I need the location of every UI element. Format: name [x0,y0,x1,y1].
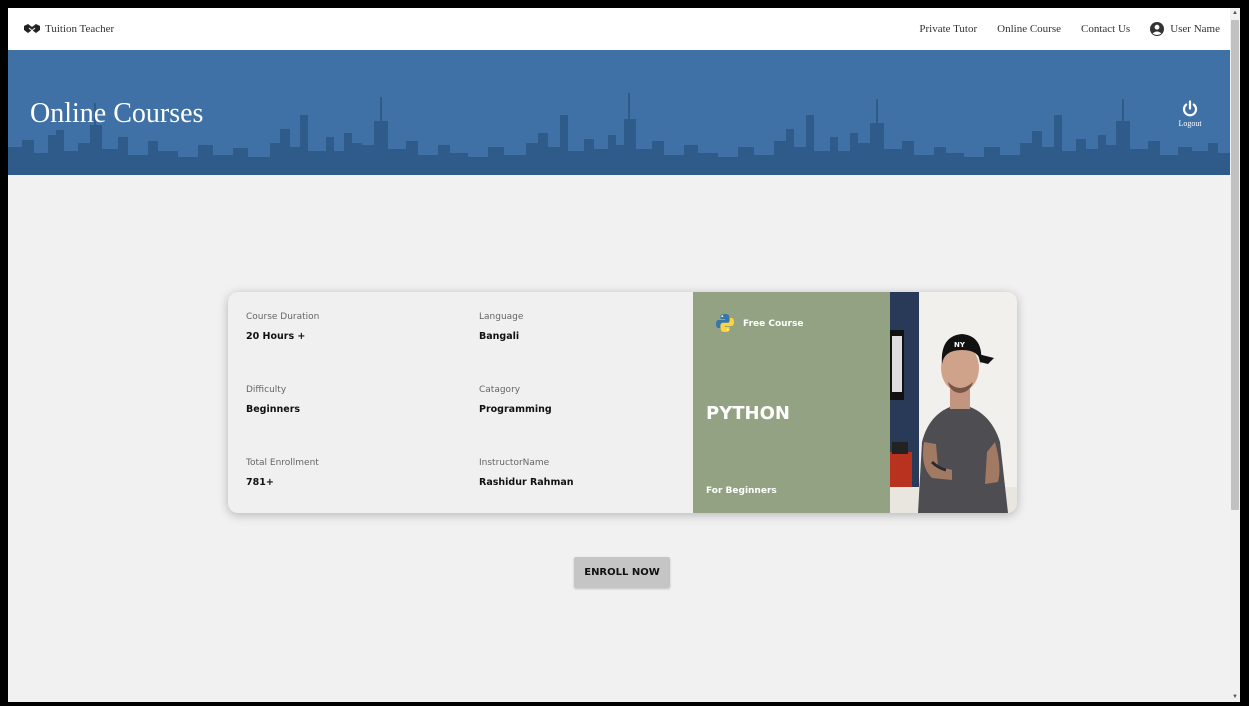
page-title: Online Courses [30,98,204,129]
scroll-down-arrow-icon[interactable]: ▼ [1230,692,1240,702]
course-level: For Beginners [706,486,777,496]
enroll-now-button[interactable]: ENROLL NOW [574,557,670,588]
detail-label: InstructorName [479,458,550,468]
course-language-title: PYTHON [706,403,790,424]
instructor-photo: NY [890,292,1017,513]
detail-value: Beginners [246,404,301,415]
detail-language: Language Bangali [479,312,679,385]
browser-viewport: Tuition Teacher Private Tutor Online Cou… [8,8,1240,702]
nav-link-private-tutor[interactable]: Private Tutor [919,23,977,35]
detail-label: Course Duration [246,312,320,322]
detail-value: 781+ [246,477,274,488]
nav-link-online-course[interactable]: Online Course [997,23,1061,35]
svg-text:NY: NY [954,341,966,349]
brand-name: Tuition Teacher [45,23,115,35]
free-course-badge: Free Course [743,319,804,329]
logout-button[interactable]: Logout [1168,100,1212,128]
python-logo-icon [715,313,735,333]
nav-links: Private Tutor Online Course Contact Us U… [919,22,1220,36]
detail-value: Bangali [479,331,520,342]
scroll-up-arrow-icon[interactable]: ▲ [1230,8,1240,18]
course-details: Course Duration 20 Hours + Language Bang… [246,312,679,513]
user-name: User Name [1170,23,1220,35]
brand-link[interactable]: Tuition Teacher [24,23,114,35]
user-menu[interactable]: User Name [1150,22,1220,36]
user-avatar-icon [1150,22,1165,36]
course-promo-panel: Free Course PYTHON For Beginners [693,292,890,513]
detail-value: 20 Hours + [246,331,306,342]
power-icon [1181,100,1199,118]
top-navbar: Tuition Teacher Private Tutor Online Cou… [8,8,1230,50]
handshake-icon [24,23,40,35]
detail-duration: Course Duration 20 Hours + [246,312,479,385]
logout-label: Logout [1178,119,1202,128]
detail-category: Catagory Programming [479,385,679,458]
scrollbar-thumb[interactable] [1231,20,1239,510]
page-banner: Online Courses Logout [8,50,1230,175]
course-card: Course Duration 20 Hours + Language Bang… [228,292,1017,513]
detail-value: Programming [479,404,552,415]
detail-instructor: InstructorName Rashidur Rahman [479,458,679,513]
detail-difficulty: Difficulty Beginners [246,385,479,458]
detail-label: Total Enrollment [246,458,319,468]
nav-link-contact-us[interactable]: Contact Us [1081,23,1130,35]
vertical-scrollbar[interactable]: ▲ ▼ [1230,8,1240,702]
detail-label: Difficulty [246,385,287,395]
detail-enrollment: Total Enrollment 781+ [246,458,479,513]
detail-label: Catagory [479,385,521,395]
detail-value: Rashidur Rahman [479,477,574,488]
detail-label: Language [479,312,524,322]
